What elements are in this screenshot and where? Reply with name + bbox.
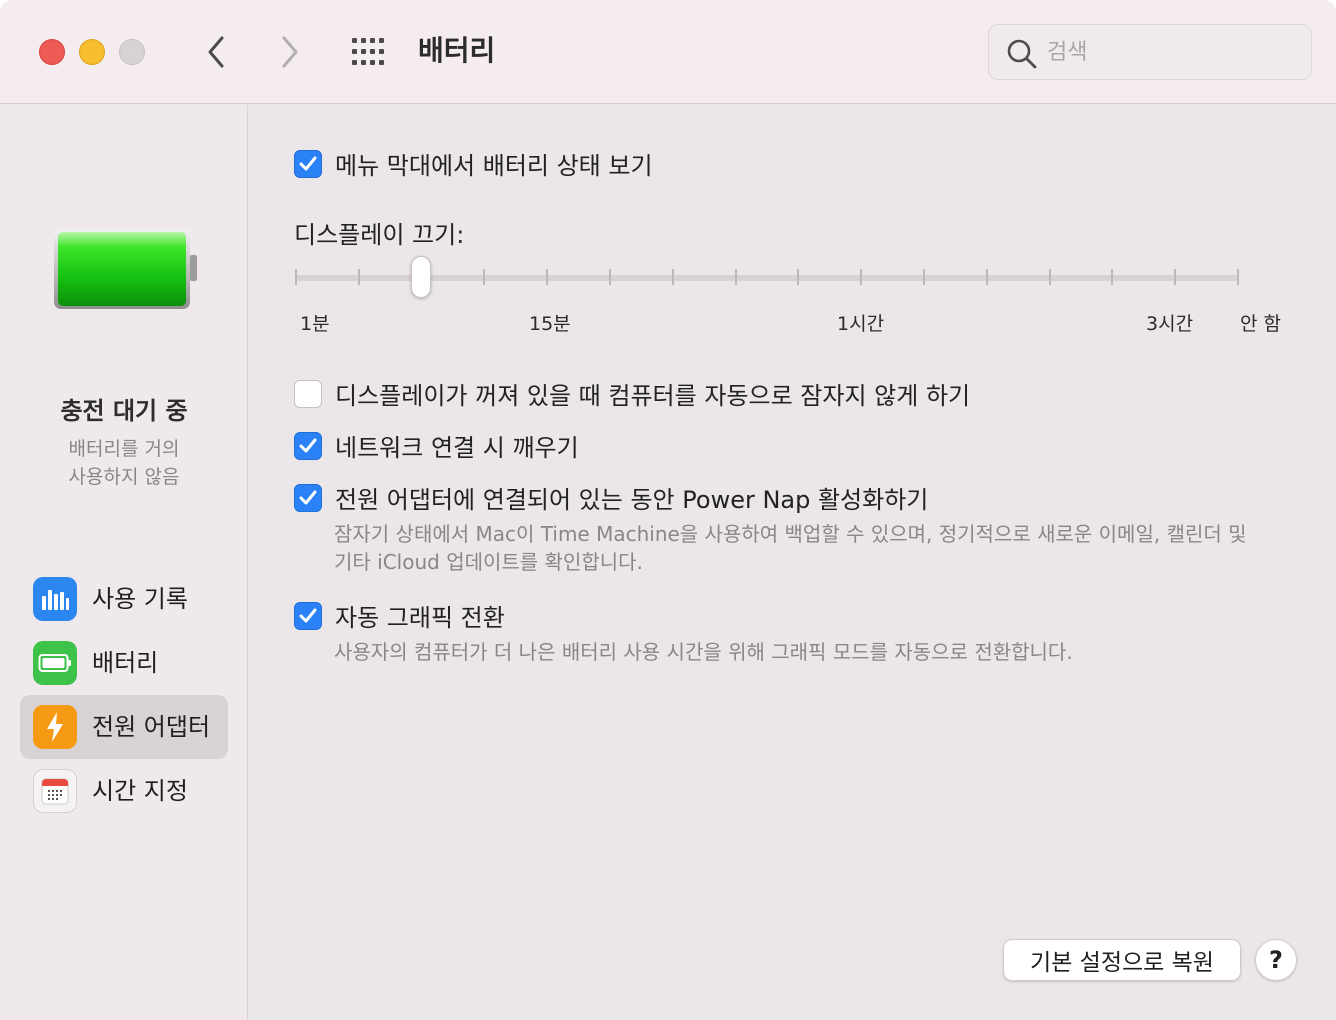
back-button[interactable]: [196, 30, 236, 74]
slider-tick: [1111, 269, 1113, 285]
slider-mark-15min: 15분: [529, 313, 571, 335]
display-off-slider-thumb[interactable]: [411, 256, 431, 298]
checkmark-icon: [299, 438, 317, 452]
prevent-sleep-label: 디스플레이가 꺼져 있을 때 컴퓨터를 자동으로 잠자지 않게 하기: [335, 382, 971, 410]
prevent-sleep-option[interactable]: 디스플레이가 꺼져 있을 때 컴퓨터를 자동으로 잠자지 않게 하기: [294, 376, 970, 411]
sidebar-item-schedule[interactable]: 시간 지정: [20, 759, 228, 823]
zoom-window-button[interactable]: [119, 39, 145, 65]
auto-graphics-label: 자동 그래픽 전환: [335, 604, 505, 632]
slider-tick: [295, 269, 297, 285]
slider-mark-never: 안 함: [1240, 313, 1281, 335]
slider-tick: [1174, 269, 1176, 285]
sidebar: 충전 대기 중 배터리를 거의 사용하지 않음 사용 기록 배터리 전원 어댑터…: [0, 105, 248, 1020]
slider-tick: [546, 269, 548, 285]
slider-tick: [797, 269, 799, 285]
checkmark-icon: [299, 490, 317, 504]
power-nap-option[interactable]: 전원 어댑터에 연결되어 있는 동안 Power Nap 활성화하기: [294, 480, 928, 515]
auto-graphics-option[interactable]: 자동 그래픽 전환: [294, 598, 505, 633]
power-nap-description-line2: 기타 iCloud 업데이트를 확인합니다.: [334, 550, 643, 574]
chevron-left-icon: [208, 36, 224, 68]
charge-status-subtitle-line1: 배터리를 거의: [68, 438, 180, 460]
show-in-menubar-option[interactable]: 메뉴 막대에서 배터리 상태 보기: [294, 146, 653, 181]
power-nap-description-line1: 잠자기 상태에서 Mac이 Time Machine을 사용하여 백업할 수 있…: [334, 522, 1247, 546]
minimize-window-button[interactable]: [79, 39, 105, 65]
slider-mark-1hour: 1시간: [837, 313, 885, 335]
wake-network-checkbox[interactable]: [294, 431, 322, 460]
power-nap-label: 전원 어댑터에 연결되어 있는 동안 Power Nap 활성화하기: [335, 486, 929, 514]
system-preferences-window: 배터리 검색 충전 대기 중 배터리를 거의 사용하지 않음 사용 기록 배터리…: [0, 0, 1336, 1020]
display-off-label: 디스플레이 끄기:: [294, 221, 465, 249]
sidebar-item-label: 시간 지정: [92, 777, 188, 805]
search-icon: [1007, 39, 1037, 69]
power-nap-description: 잠자기 상태에서 Mac이 Time Machine을 사용하여 백업할 수 있…: [334, 520, 1247, 576]
power-adapter-pane: 메뉴 막대에서 배터리 상태 보기 디스플레이 끄기: 1분 15분 1시간 3…: [249, 105, 1336, 1020]
show-all-button[interactable]: [350, 36, 390, 68]
show-in-menubar-checkbox[interactable]: [294, 149, 322, 178]
slider-tick: [1237, 269, 1239, 285]
power-adapter-icon: [33, 705, 77, 749]
auto-graphics-checkbox[interactable]: [294, 601, 322, 630]
slider-tick: [923, 269, 925, 285]
calendar-icon: [33, 769, 77, 813]
sidebar-item-battery[interactable]: 배터리: [20, 631, 228, 695]
slider-tick: [483, 269, 485, 285]
prevent-sleep-checkbox[interactable]: [294, 379, 322, 408]
usage-history-icon: [33, 577, 77, 621]
checkmark-icon: [299, 156, 317, 170]
checkmark-icon: [299, 608, 317, 622]
wake-network-option[interactable]: 네트워크 연결 시 깨우기: [294, 428, 579, 463]
wake-network-label: 네트워크 연결 시 깨우기: [335, 434, 579, 462]
window-title: 배터리: [418, 34, 496, 67]
slider-tick: [672, 269, 674, 285]
slider-tick: [735, 269, 737, 285]
sidebar-item-label: 전원 어댑터: [92, 713, 211, 741]
slider-mark-1min: 1분: [300, 313, 330, 335]
sidebar-item-usage-history[interactable]: 사용 기록: [20, 567, 228, 631]
charge-status-subtitle: 배터리를 거의 사용하지 않음: [0, 435, 248, 491]
close-window-button[interactable]: [39, 39, 65, 65]
help-button[interactable]: ?: [1255, 939, 1297, 981]
sidebar-item-power-adapter[interactable]: 전원 어댑터: [20, 695, 228, 759]
show-in-menubar-label: 메뉴 막대에서 배터리 상태 보기: [335, 152, 653, 180]
restore-defaults-button[interactable]: 기본 설정으로 복원: [1003, 939, 1241, 981]
search-field[interactable]: [988, 24, 1312, 80]
sidebar-item-label: 배터리: [92, 649, 159, 677]
battery-icon: [33, 641, 77, 685]
slider-tick: [609, 269, 611, 285]
slider-mark-3hours: 3시간: [1146, 313, 1194, 335]
grid-icon: [352, 38, 384, 65]
charge-status-title: 충전 대기 중: [60, 397, 188, 425]
search-input[interactable]: [1047, 35, 1297, 69]
charge-status-subtitle-line2: 사용하지 않음: [68, 466, 180, 488]
display-off-slider-track[interactable]: [295, 275, 1239, 281]
battery-level-icon: [54, 229, 197, 309]
forward-button[interactable]: [270, 30, 310, 74]
titlebar: 배터리: [0, 0, 1336, 104]
auto-graphics-description: 사용자의 컴퓨터가 더 나은 배터리 사용 시간을 위해 그래픽 모드를 자동으…: [334, 640, 1073, 664]
slider-tick: [860, 269, 862, 285]
slider-tick: [986, 269, 988, 285]
sidebar-item-label: 사용 기록: [92, 585, 188, 613]
chevron-right-icon: [282, 36, 298, 68]
slider-tick: [358, 269, 360, 285]
slider-tick: [1049, 269, 1051, 285]
power-nap-checkbox[interactable]: [294, 483, 322, 512]
